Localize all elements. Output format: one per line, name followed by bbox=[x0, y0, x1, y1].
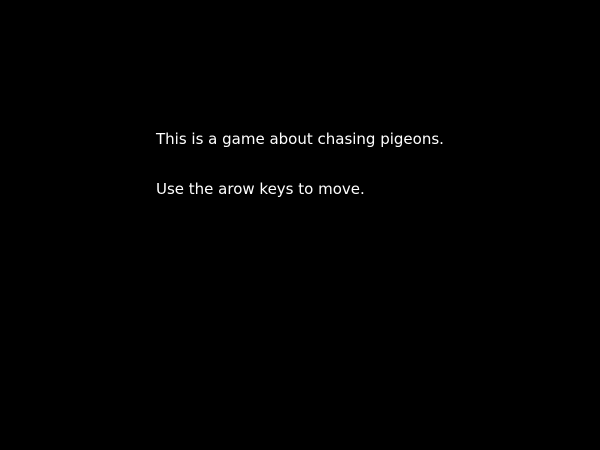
intro-text-line: This is a game about chasing pigeons. bbox=[156, 130, 444, 148]
controls-instruction-line: Use the arow keys to move. bbox=[156, 180, 365, 198]
game-screen[interactable]: This is a game about chasing pigeons. Us… bbox=[0, 0, 600, 450]
